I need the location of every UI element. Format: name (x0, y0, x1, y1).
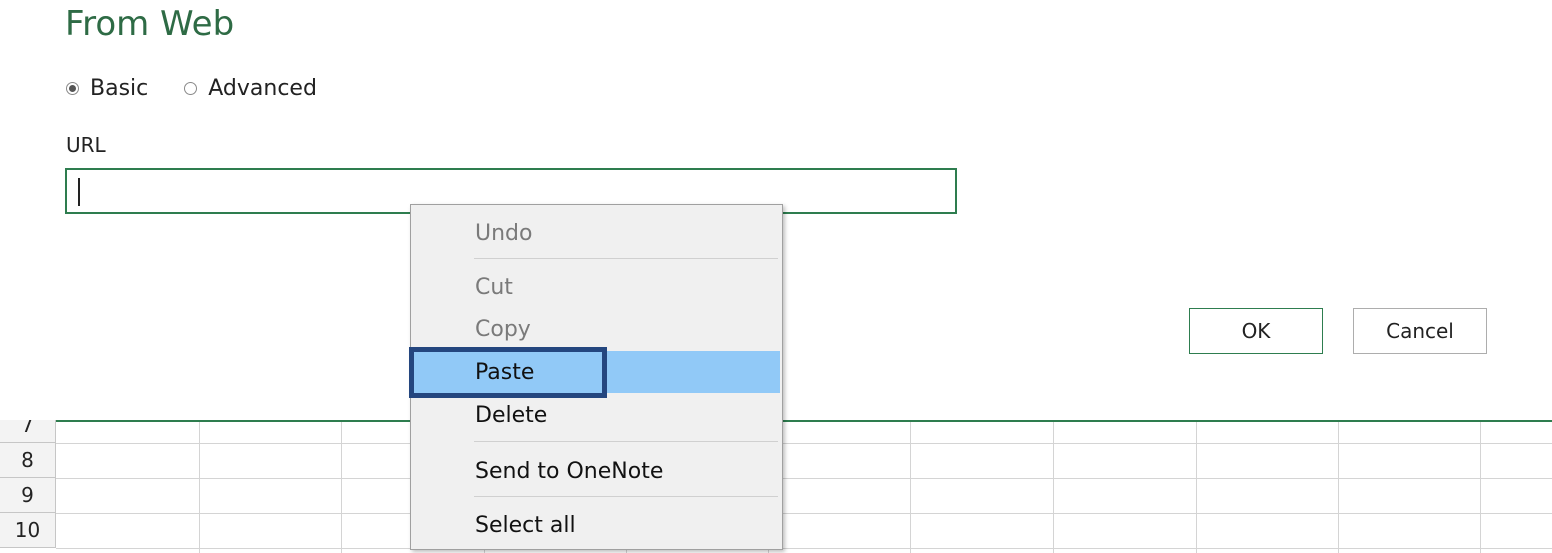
row-divider (56, 478, 1552, 479)
column-divider (341, 422, 342, 553)
ok-button[interactable]: OK (1189, 308, 1323, 354)
menu-item-select-all[interactable]: Select all (412, 504, 780, 546)
radio-selected-dot (69, 85, 76, 92)
column-divider (1196, 422, 1197, 553)
advanced-radio[interactable] (184, 82, 198, 95)
row-number: 7 (21, 420, 34, 437)
row-number: 8 (21, 448, 34, 472)
menu-item-copy[interactable]: Copy (412, 308, 780, 350)
row-header-7[interactable]: 7 (0, 420, 56, 443)
menu-item-undo[interactable]: Undo (412, 212, 780, 254)
menu-item-cut[interactable]: Cut (412, 266, 780, 308)
row-header-8[interactable]: 8 (0, 443, 56, 478)
menu-separator (474, 258, 778, 259)
menu-item-send-to-onenote[interactable]: Send to OneNote (412, 450, 780, 492)
menu-separator (474, 441, 778, 442)
mode-radio-group: Basic Advanced (66, 76, 317, 101)
row-header-9[interactable]: 9 (0, 478, 56, 513)
text-cursor (78, 178, 80, 206)
basic-radio-label[interactable]: Basic (90, 76, 148, 101)
row-header-10[interactable]: 10 (0, 513, 56, 548)
column-divider (1480, 422, 1481, 553)
cancel-button[interactable]: Cancel (1353, 308, 1487, 354)
row-divider (56, 548, 1552, 549)
row-number: 9 (21, 483, 34, 507)
menu-item-paste[interactable]: Paste (412, 351, 780, 393)
context-menu: Undo Cut Copy Paste Delete Send to OneNo… (410, 204, 783, 550)
row-divider (56, 443, 1552, 444)
basic-radio[interactable] (66, 82, 79, 95)
url-label: URL (66, 133, 106, 157)
dialog-title: From Web (65, 4, 235, 44)
column-divider (910, 422, 911, 553)
menu-separator (474, 496, 778, 497)
column-divider (1338, 422, 1339, 553)
column-divider (199, 422, 200, 553)
column-divider (1053, 422, 1054, 553)
row-divider (56, 513, 1552, 514)
menu-item-delete[interactable]: Delete (412, 394, 780, 436)
advanced-radio-label[interactable]: Advanced (208, 76, 317, 101)
row-number: 10 (14, 518, 41, 542)
